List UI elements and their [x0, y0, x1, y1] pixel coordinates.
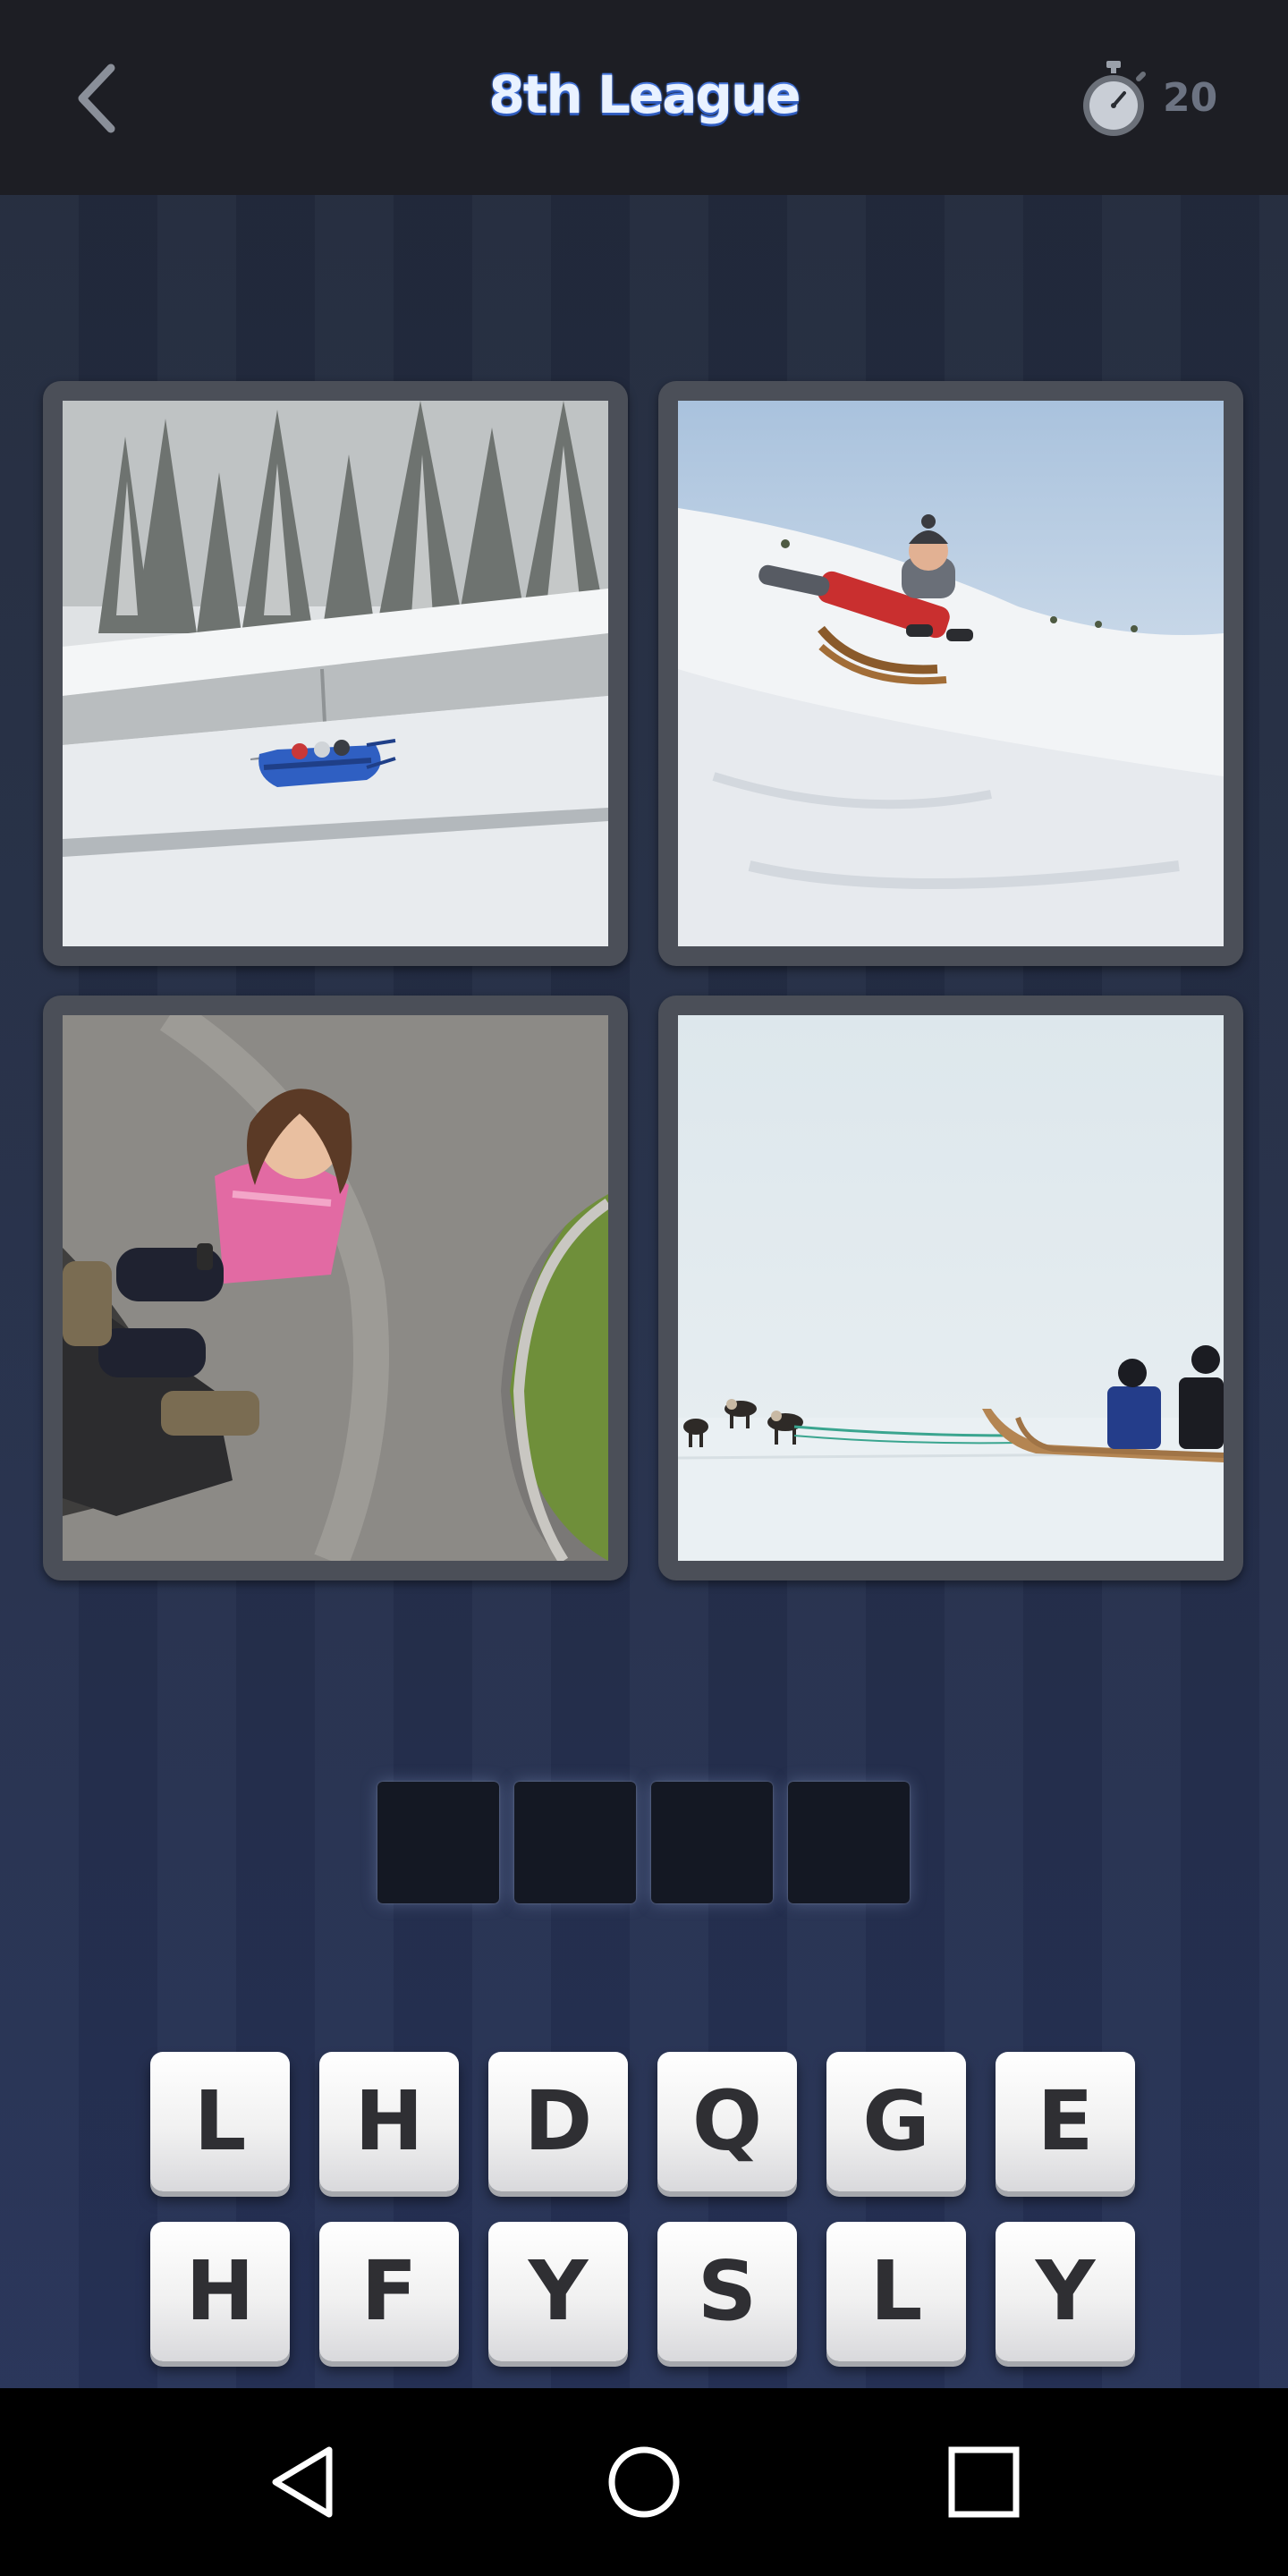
- nav-back-button[interactable]: [259, 2437, 349, 2527]
- letter-key[interactable]: L: [826, 2222, 966, 2361]
- nav-home-button[interactable]: [599, 2437, 689, 2527]
- picture-tile-dog-sled[interactable]: [658, 996, 1243, 1580]
- bobsleigh-image: [63, 401, 608, 946]
- letter-key[interactable]: Y: [996, 2222, 1135, 2361]
- answer-slots: [376, 1782, 912, 1907]
- letter-key[interactable]: E: [996, 2052, 1135, 2191]
- letter-key[interactable]: F: [319, 2222, 459, 2361]
- triangle-back-icon: [272, 2446, 333, 2518]
- nav-recents-button[interactable]: [939, 2437, 1029, 2527]
- answer-slot-2[interactable]: [514, 1782, 636, 1903]
- picture-tile-bobsleigh[interactable]: [43, 381, 628, 966]
- top-bar: 8th League 20: [0, 0, 1288, 195]
- letter-key[interactable]: G: [826, 2052, 966, 2191]
- letter-key[interactable]: H: [150, 2222, 290, 2361]
- sledding-image: [678, 401, 1224, 946]
- letter-key[interactable]: Y: [488, 2222, 628, 2361]
- system-navigation-bar: [0, 2388, 1288, 2576]
- alpine-slide-image: [63, 1015, 608, 1561]
- letter-key[interactable]: L: [150, 2052, 290, 2191]
- dog-sled-image: [678, 1015, 1224, 1561]
- stopwatch-icon: [1083, 61, 1146, 136]
- answer-slot-1[interactable]: [377, 1782, 499, 1903]
- letter-key[interactable]: D: [488, 2052, 628, 2191]
- square-recents-icon: [948, 2446, 1020, 2518]
- answer-slot-3[interactable]: [651, 1782, 773, 1903]
- letter-key[interactable]: H: [319, 2052, 459, 2191]
- letter-key[interactable]: S: [657, 2222, 797, 2361]
- letter-key[interactable]: Q: [657, 2052, 797, 2191]
- picture-tile-sledding[interactable]: [658, 381, 1243, 966]
- timer-value: 20: [1163, 75, 1218, 121]
- answer-slot-4[interactable]: [788, 1782, 910, 1903]
- picture-tile-alpine-slide[interactable]: [43, 996, 628, 1580]
- circle-home-icon: [608, 2446, 680, 2518]
